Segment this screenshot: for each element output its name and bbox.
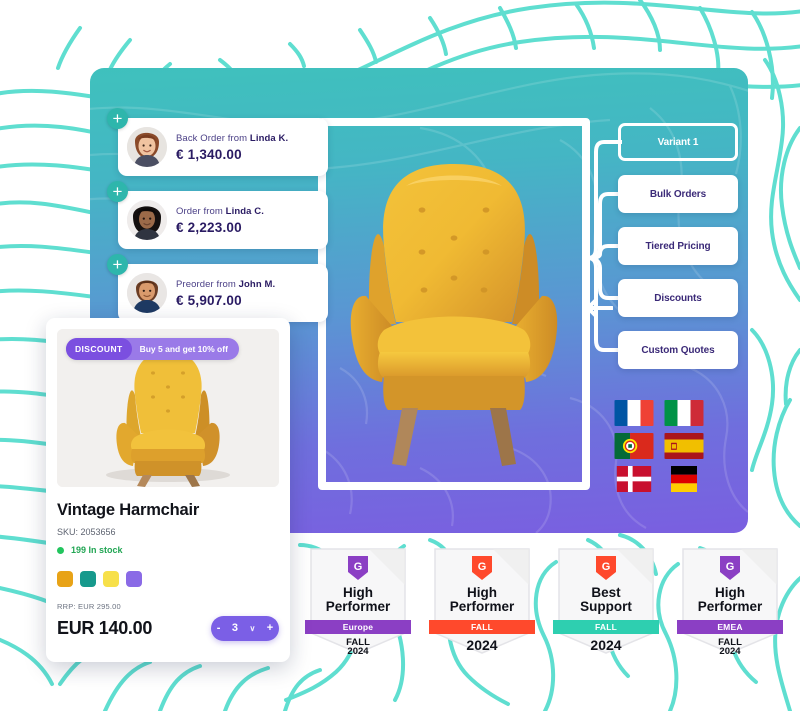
svg-text:G: G [478,561,487,573]
g2-badge-line2: Support [580,599,632,614]
tree-connector-lines [586,140,622,352]
g2-badge-ribbon: EMEA [677,620,783,634]
order-prefix: Back Order from [176,132,250,144]
g2-badge: G High Performer FALL 2024 [429,545,535,657]
product-price: EUR 140.00 [57,618,153,638]
order-title: Order from Linda C. [176,206,318,217]
order-card[interactable]: + Order from Linda C. € 2,223.00 [107,181,328,249]
stepper-value: 3 [231,622,238,634]
order-prefix: Order from [176,205,226,217]
g2-badge-line1: Best [591,585,621,600]
flag-france [614,400,654,426]
flag-spain [664,433,704,459]
avatar [127,200,167,240]
price-row: EUR 140.00 - 3 ∨ + [57,616,279,641]
g2-logo-icon: G [720,556,740,580]
variant-tree-node-discounts[interactable]: Discounts [618,279,738,317]
stock-label: 199 In stock [71,545,123,555]
g2-badges-group: G High Performer Europe FALL 2024 G High… [305,545,783,665]
g2-badge-ribbon: Europe [305,620,411,634]
stock-status: 199 In stock [57,545,279,555]
order-customer-name: John M. [238,278,276,290]
avatar [127,273,167,313]
discount-badge-label: DISCOUNT [66,338,132,360]
stepper-plus-button[interactable]: + [267,623,273,634]
variant-tree: Variant 1 Bulk Orders Tiered Pricing Dis… [586,123,738,383]
g2-logo-icon: G [348,556,368,580]
plus-icon[interactable]: + [107,181,128,202]
plus-icon[interactable]: + [107,108,128,129]
product-sku: SKU: 2053656 [57,527,116,537]
product-image: DISCOUNT Buy 5 and get 10% off [57,329,279,487]
svg-text:G: G [602,561,611,573]
avatar [127,127,167,167]
g2-badge-line1: High [715,585,745,600]
svg-text:G: G [726,561,735,573]
order-text: Preorder from John M. € 5,907.00 [176,279,318,308]
order-card[interactable]: + Back Order from Linda K. € 1,340.00 [107,108,328,176]
variant-tree-node-custom-quotes[interactable]: Custom Quotes [618,331,738,369]
order-text: Order from Linda C. € 2,223.00 [176,206,318,235]
order-amount: € 1,340.00 [176,146,242,162]
flag-italy [664,400,704,426]
swatch-purple[interactable] [126,571,142,587]
flag-portugal [614,433,654,459]
svg-text:G: G [354,561,363,573]
g2-badge: G High Performer EMEA FALL 2024 [677,545,783,657]
order-text: Back Order from Linda K. € 1,340.00 [176,133,318,162]
product-title: Vintage Harmchair [57,501,200,519]
quantity-stepper[interactable]: - 3 ∨ + [211,616,279,641]
swatch-yellow[interactable] [103,571,119,587]
g2-logo-icon: G [472,556,492,580]
swatch-orange[interactable] [57,571,73,587]
color-swatches [57,571,279,587]
discount-badge: DISCOUNT Buy 5 and get 10% off [66,338,239,360]
order-title: Back Order from Linda K. [176,133,318,144]
order-prefix: Preorder from [176,278,239,290]
yellow-velvet-armchair [350,164,558,466]
order-customer-name: Linda K. [249,132,289,144]
variant-tree-node-tiered-pricing[interactable]: Tiered Pricing [618,227,738,265]
country-flags-group [614,400,706,492]
g2-badge-year: 2024 [347,646,369,657]
order-title: Preorder from John M. [176,279,318,290]
flag-germany [664,466,704,492]
g2-badge: G Best Support FALL 2024 [553,545,659,657]
swatch-teal[interactable] [80,571,96,587]
g2-badge-year: 2024 [466,637,498,653]
g2-badge-ribbon: FALL [429,620,535,634]
order-amount: € 5,907.00 [176,292,242,308]
g2-badge: G High Performer Europe FALL 2024 [305,545,411,657]
flag-denmark [614,466,654,492]
product-rrp: RRP: EUR 295.00 [57,602,121,611]
g2-badge-line1: High [343,585,373,600]
order-card[interactable]: + Preorder from John M. € 5,907.00 [107,254,328,322]
g2-badge-line2: Performer [697,599,763,614]
plus-icon[interactable]: + [107,254,128,275]
g2-badge-year: 2024 [719,646,741,657]
stock-dot-icon [57,546,64,554]
g2-badge-ribbon: FALL [553,620,659,634]
variant-tree-root[interactable]: Variant 1 [618,123,738,161]
g2-badge-line2: Performer [325,599,391,614]
chevron-down-icon[interactable]: ∨ [249,624,255,633]
g2-badge-line2: Performer [449,599,515,614]
order-amount: € 2,223.00 [176,219,242,235]
discount-badge-text: Buy 5 and get 10% off [139,344,228,354]
order-customer-name: Linda C. [225,205,264,217]
stepper-minus-button[interactable]: - [217,623,221,634]
g2-logo-icon: G [596,556,616,580]
hero-product-frame [318,118,590,490]
product-card: DISCOUNT Buy 5 and get 10% off Vintage H… [46,318,290,662]
order-cards-list: + Back Order from Linda K. € 1,340.00 + [107,108,328,337]
g2-badge-line1: High [467,585,497,600]
g2-badge-year: 2024 [590,637,622,653]
variant-tree-node-bulk-orders[interactable]: Bulk Orders [618,175,738,213]
